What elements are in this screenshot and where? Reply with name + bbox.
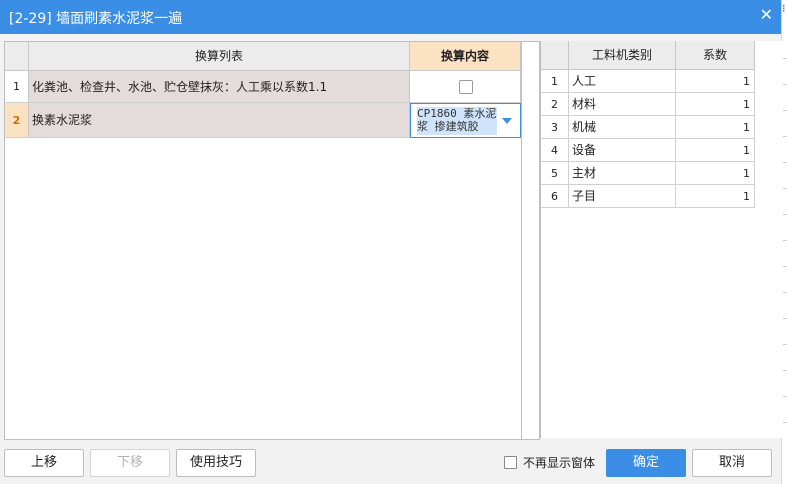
edge-gridline	[783, 292, 787, 293]
ok-button[interactable]: 确定	[606, 449, 686, 477]
table-row[interactable]: 5 主材 1	[541, 162, 755, 185]
edge-gridline	[783, 58, 787, 59]
table-row[interactable]: 3 机械 1	[541, 116, 755, 139]
edge-gridline	[783, 84, 787, 85]
row-number: 2	[5, 103, 29, 137]
conversion-list-table: 换算列表 换算内容 1 化粪池、检查井、水池、贮仓壁抹灰：人工乘以系数1.1 2…	[4, 41, 540, 440]
edge-gridline	[783, 396, 787, 397]
coefficient-cell[interactable]: 1	[676, 185, 755, 208]
dropdown-selected-value: CP1860 素水泥浆 掺建筑胶	[417, 107, 497, 135]
move-up-button[interactable]: 上移	[4, 449, 84, 477]
coefficient-cell[interactable]: 1	[676, 116, 755, 139]
table-row[interactable]: 6 子目 1	[541, 185, 755, 208]
coefficient-cell[interactable]: 1	[676, 162, 755, 185]
table-row[interactable]: 1 化粪池、检查井、水池、贮仓壁抹灰：人工乘以系数1.1	[5, 71, 521, 103]
edge-gridline	[783, 136, 787, 137]
dont-show-again-label: 不再显示窗体	[523, 456, 596, 470]
edge-gridline	[783, 266, 787, 267]
edge-gridline	[783, 162, 787, 163]
conversion-content-cell[interactable]	[410, 71, 521, 102]
cancel-button[interactable]: 取消	[692, 449, 772, 477]
dont-show-again-checkbox[interactable]	[504, 456, 517, 469]
usage-tips-button[interactable]: 使用技巧	[176, 449, 256, 477]
edge-gridline	[783, 318, 787, 319]
category-cell: 人工	[569, 70, 676, 93]
edge-gridline	[783, 370, 787, 371]
table-row[interactable]: 4 设备 1	[541, 139, 755, 162]
row-number: 4	[541, 139, 569, 162]
table-row[interactable]: 2 换素水泥浆 CP1860 素水泥浆 掺建筑胶	[5, 103, 521, 138]
column-header-conversion-list[interactable]: 换算列表	[29, 42, 410, 71]
coefficient-table: 工料机类别 系数 1 人工 1 2 材料 1 3 机械 1 4 设备 1 5 主…	[540, 41, 783, 438]
conversion-item-text: 换素水泥浆	[29, 103, 410, 137]
row-number: 5	[541, 162, 569, 185]
category-cell: 设备	[569, 139, 676, 162]
replacement-material-dropdown[interactable]: CP1860 素水泥浆 掺建筑胶	[410, 103, 521, 138]
category-cell: 主材	[569, 162, 676, 185]
table-row[interactable]: 1 人工 1	[541, 70, 755, 93]
edge-gridline	[783, 422, 787, 423]
column-header-category[interactable]: 工料机类别	[569, 41, 676, 70]
edge-glyph: ⁝	[782, 2, 786, 15]
conversion-item-text: 化粪池、检查井、水池、贮仓壁抹灰：人工乘以系数1.1	[29, 71, 410, 102]
category-cell: 子目	[569, 185, 676, 208]
window-title: [2-29] 墙面刷素水泥浆一遍	[9, 11, 183, 27]
conversion-checkbox[interactable]	[459, 80, 473, 94]
title-bar: [2-29] 墙面刷素水泥浆一遍 ✕	[0, 0, 781, 34]
row-number: 1	[5, 71, 29, 102]
coefficient-cell[interactable]: 1	[676, 139, 755, 162]
edge-gridline	[783, 214, 787, 215]
conversion-content-cell[interactable]: CP1860 素水泥浆 掺建筑胶	[410, 103, 521, 138]
row-number: 1	[541, 70, 569, 93]
chevron-down-icon[interactable]	[502, 118, 512, 124]
edge-gridline	[783, 240, 787, 241]
edge-gridline	[783, 110, 787, 111]
column-header-conversion-content[interactable]: 换算内容	[410, 42, 521, 71]
table-border	[521, 42, 522, 439]
category-cell: 材料	[569, 93, 676, 116]
row-number: 6	[541, 185, 569, 208]
row-number: 3	[541, 116, 569, 139]
table-corner	[5, 42, 29, 71]
column-header-coefficient[interactable]: 系数	[676, 41, 755, 70]
edge-gridline	[783, 344, 787, 345]
row-number: 2	[541, 93, 569, 116]
move-down-button[interactable]: 下移	[90, 449, 170, 477]
table-corner	[541, 41, 569, 70]
edge-gridline	[783, 188, 787, 189]
coefficient-cell[interactable]: 1	[676, 70, 755, 93]
close-icon[interactable]: ✕	[760, 5, 773, 24]
category-cell: 机械	[569, 116, 676, 139]
table-row[interactable]: 2 材料 1	[541, 93, 755, 116]
coefficient-cell[interactable]: 1	[676, 93, 755, 116]
